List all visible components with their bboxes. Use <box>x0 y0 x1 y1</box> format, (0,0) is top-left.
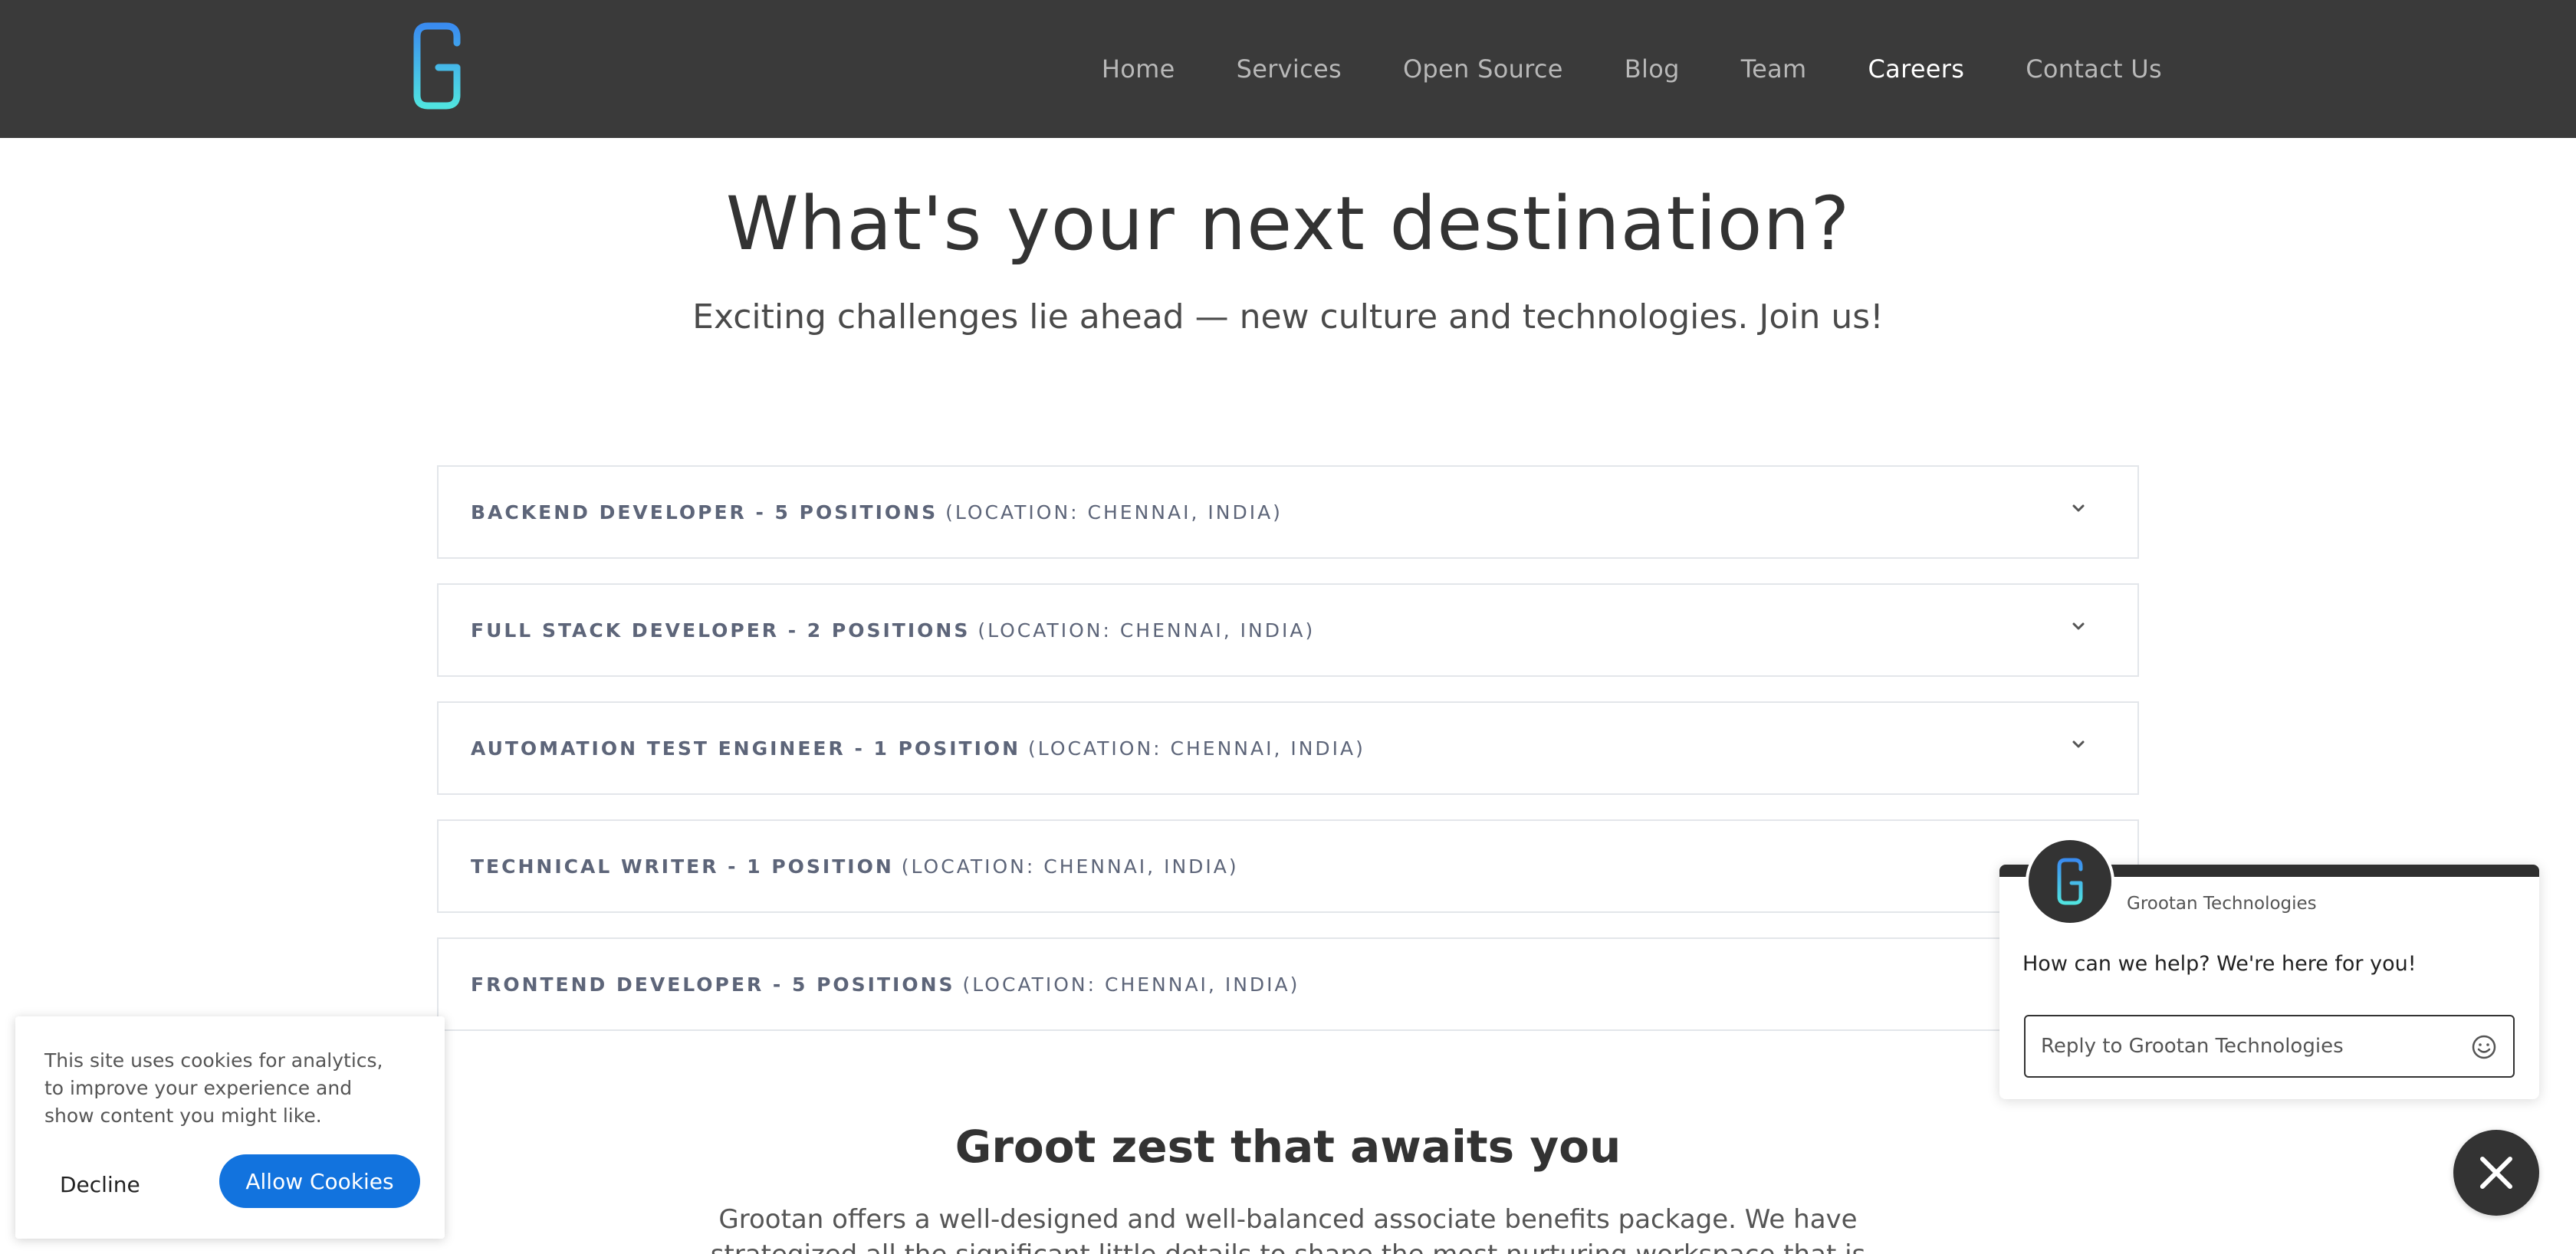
emoji-smile-icon[interactable] <box>2470 1033 2498 1061</box>
job-title: BACKEND DEVELOPER - 5 POSITIONS <box>471 501 938 524</box>
job-item-backend-developer[interactable]: BACKEND DEVELOPER - 5 POSITIONS (LOCATIO… <box>437 465 2139 559</box>
nav-careers[interactable]: Careers <box>1868 54 1965 84</box>
chat-message: How can we help? We're here for you! <box>2022 952 2417 976</box>
job-location: (LOCATION: CHENNAI, INDIA) <box>1028 737 1365 760</box>
job-item-technical-writer[interactable]: TECHNICAL WRITER - 1 POSITION (LOCATION:… <box>437 819 2139 913</box>
job-header: FRONTEND DEVELOPER - 5 POSITIONS (LOCATI… <box>471 939 1300 1029</box>
benefits-text-line: strategized all the significant little d… <box>0 1237 2576 1254</box>
job-location: (LOCATION: CHENNAI, INDIA) <box>978 619 1316 642</box>
nav-contact-us[interactable]: Contact Us <box>2026 54 2162 84</box>
job-title: FULL STACK DEVELOPER - 2 POSITIONS <box>471 619 971 642</box>
chevron-down-icon[interactable] <box>2067 734 2090 757</box>
job-title: TECHNICAL WRITER - 1 POSITION <box>471 855 894 878</box>
chat-reply-box <box>2024 1015 2515 1078</box>
cookie-text: This site uses cookies for analytics, to… <box>44 1049 383 1127</box>
page-title: What's your next destination? <box>725 181 1851 267</box>
chevron-down-icon[interactable] <box>2067 616 2090 638</box>
close-icon <box>2480 1157 2512 1189</box>
job-location: (LOCATION: CHENNAI, INDIA) <box>901 855 1239 878</box>
nav-open-source[interactable]: Open Source <box>1403 54 1563 84</box>
logo-icon[interactable] <box>406 20 468 112</box>
job-title: AUTOMATION TEST ENGINEER - 1 POSITION <box>471 737 1021 760</box>
chat-widget: Grootan Technologies How can we help? We… <box>1999 837 2539 1099</box>
chat-close-button[interactable] <box>2453 1130 2539 1216</box>
chevron-down-icon[interactable] <box>2067 497 2090 520</box>
careers-page: Home Services Open Source Blog Team Care… <box>0 0 2576 1254</box>
nav-home[interactable]: Home <box>1102 54 1175 84</box>
site-header: Home Services Open Source Blog Team Care… <box>0 0 2576 138</box>
page-subtitle: Exciting challenges lie ahead — new cult… <box>692 297 1884 336</box>
main-nav: Home Services Open Source Blog Team Care… <box>1040 0 2162 138</box>
grootan-g-icon <box>2057 858 2083 905</box>
jobs-accordion: BACKEND DEVELOPER - 5 POSITIONS (LOCATIO… <box>437 465 2139 1055</box>
job-item-full-stack-developer[interactable]: FULL STACK DEVELOPER - 2 POSITIONS (LOCA… <box>437 583 2139 677</box>
nav-services[interactable]: Services <box>1237 54 1342 84</box>
job-header: TECHNICAL WRITER - 1 POSITION (LOCATION:… <box>471 821 1239 911</box>
job-title: FRONTEND DEVELOPER - 5 POSITIONS <box>471 973 955 996</box>
chat-reply-input[interactable] <box>2041 1016 2455 1076</box>
job-item-frontend-developer[interactable]: FRONTEND DEVELOPER - 5 POSITIONS (LOCATI… <box>437 937 2139 1031</box>
job-location: (LOCATION: CHENNAI, INDIA) <box>945 501 1283 524</box>
job-header: AUTOMATION TEST ENGINEER - 1 POSITION (L… <box>471 703 1365 793</box>
cookie-banner: This site uses cookies for analytics, to… <box>15 1016 445 1239</box>
allow-cookies-button[interactable]: Allow Cookies <box>219 1154 420 1208</box>
job-location: (LOCATION: CHENNAI, INDIA) <box>962 973 1300 996</box>
job-item-automation-test-engineer[interactable]: AUTOMATION TEST ENGINEER - 1 POSITION (L… <box>437 701 2139 795</box>
nav-blog[interactable]: Blog <box>1625 54 1680 84</box>
chat-company-name: Grootan Technologies <box>2127 894 2317 914</box>
job-header: BACKEND DEVELOPER - 5 POSITIONS (LOCATIO… <box>471 467 1283 557</box>
nav-team[interactable]: Team <box>1741 54 1807 84</box>
job-header: FULL STACK DEVELOPER - 2 POSITIONS (LOCA… <box>471 585 1315 675</box>
avatar <box>2026 837 2114 926</box>
decline-cookies-button[interactable]: Decline <box>60 1159 182 1210</box>
